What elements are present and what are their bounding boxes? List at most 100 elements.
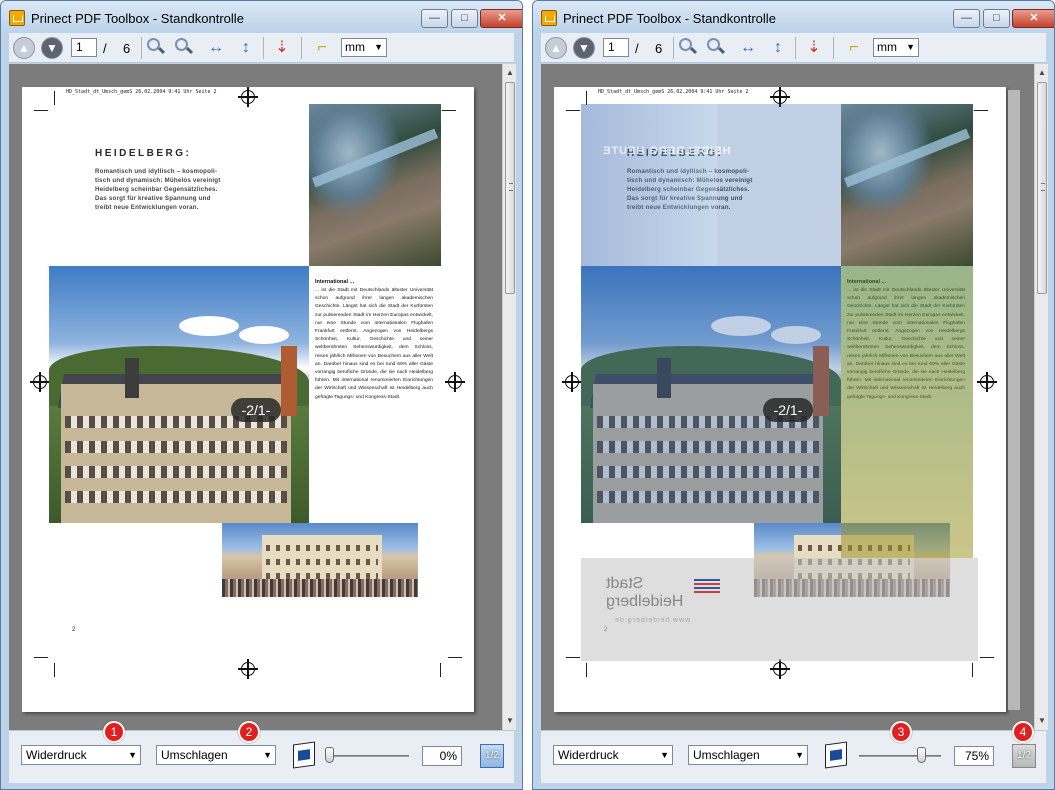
city-logo-text: Stadt Heidelberg [606, 575, 684, 610]
zoom-out-icon[interactable] [707, 38, 726, 56]
left-window: Prinect PDF Toolbox - Standkontrolle — □… [0, 0, 523, 790]
toolbar-divider [301, 37, 302, 59]
toolbar-divider [833, 37, 834, 59]
crop-mark [974, 110, 988, 111]
toolbar-divider [795, 37, 796, 59]
scroll-down-arrow-icon[interactable]: ▼ [503, 714, 517, 728]
previous-page-button[interactable]: ▲ [545, 37, 567, 59]
column-heading: International ... [315, 279, 355, 285]
maximize-button[interactable]: □ [451, 9, 478, 28]
page-header-line: HD_Stadt_dt_Umsch_gemS 26.02.2004 9:41 U… [598, 89, 749, 95]
title-bar[interactable]: Prinect PDF Toolbox - Standkontrolle — □… [1, 1, 522, 33]
fit-height-icon[interactable]: ↕ [235, 37, 257, 59]
callout-badge: 2 [238, 721, 260, 743]
close-button[interactable]: ✕ [480, 9, 522, 28]
preview-viewport[interactable]: HD_Stadt_dt_Umsch_gemS 26.02.2004 9:41 U… [541, 64, 1034, 730]
registration-mark-icon [238, 659, 258, 679]
opacity-value[interactable]: 75% [954, 746, 994, 766]
unit-select[interactable]: mm ▼ [341, 38, 387, 57]
scroll-up-arrow-icon[interactable]: ▲ [1035, 66, 1049, 80]
vertical-scrollbar[interactable]: ▲ ▼ [1034, 64, 1048, 730]
toolbar: ▲ ▼ 1 / 6 ↔ ↕ ⇣ ⌐ mm ▼ [9, 33, 514, 63]
fit-height-icon[interactable]: ↕ [767, 37, 789, 59]
page-separator: / [635, 41, 639, 56]
close-button[interactable]: ✕ [1012, 9, 1054, 28]
next-page-button[interactable]: ▼ [41, 37, 63, 59]
page-header-line: HD_Stadt_dt_Umsch_gemS 26.02.2004 9:41 U… [66, 89, 217, 95]
transparency-icon [293, 741, 315, 769]
backside-page-edge [1008, 90, 1020, 710]
opacity-slider-track[interactable] [327, 755, 409, 757]
crop-mark [586, 663, 587, 677]
print-mode-select[interactable]: Widerdruck ▼ [21, 745, 141, 765]
toolbar-divider [141, 37, 142, 59]
page-total: 6 [655, 41, 663, 56]
crop-mark [448, 657, 462, 658]
scroll-down-arrow-icon[interactable]: ▼ [1035, 714, 1049, 728]
registration-mark-icon [238, 87, 258, 107]
column-text: ... ist die Stadt mit Deutschlands ältes… [315, 288, 433, 400]
app-icon [9, 10, 25, 26]
page-number-input[interactable]: 1 [71, 38, 97, 57]
town-hall-photo [49, 266, 309, 523]
backside-overlay [717, 104, 841, 266]
preview-viewport[interactable]: HD_Stadt_dt_Umsch_gemS 26.02.2004 9:41 U… [9, 64, 502, 730]
page-number-input[interactable]: 1 [603, 38, 629, 57]
maximize-button[interactable]: □ [983, 9, 1010, 28]
pdf-page: HD_Stadt_dt_Umsch_gemS 26.02.2004 9:41 U… [554, 87, 1006, 712]
scroll-thumb[interactable] [1037, 82, 1047, 294]
page-number-label: 2 [72, 627, 76, 633]
crop-mark [566, 110, 580, 111]
ruler-icon[interactable]: ⌐ [843, 37, 865, 59]
minimize-button[interactable]: — [953, 9, 980, 28]
vertical-scrollbar[interactable]: ▲ ▼ [502, 64, 516, 730]
fit-width-icon[interactable]: ↔ [205, 37, 227, 59]
callout-badge: 1 [103, 721, 125, 743]
half-page-button[interactable]: 1/2 [480, 744, 504, 768]
scroll-up-arrow-icon[interactable]: ▲ [503, 66, 517, 80]
fit-width-icon[interactable]: ↔ [737, 37, 759, 59]
backside-overlay [581, 104, 717, 266]
opacity-slider-thumb[interactable] [325, 747, 334, 763]
half-page-button[interactable]: 1/2 [1012, 744, 1036, 768]
right-window: Prinect PDF Toolbox - Standkontrolle — □… [532, 0, 1055, 790]
previous-page-button[interactable]: ▲ [13, 37, 35, 59]
bottom-controls: Widerdruck ▼ 1 Umschlagen ▼ 2 0% 1/2 [9, 721, 514, 783]
pdf-import-icon[interactable]: ⇣ [803, 37, 825, 59]
window-title: Prinect PDF Toolbox - Standkontrolle [563, 11, 776, 26]
crop-mark [54, 91, 55, 105]
unit-select[interactable]: mm ▼ [873, 38, 919, 57]
document-headline: HEIDELBERG: [95, 148, 192, 159]
zoom-in-icon[interactable] [679, 38, 698, 56]
zoom-in-icon[interactable] [147, 38, 166, 56]
crop-mark [972, 663, 973, 677]
crop-mark [440, 663, 441, 677]
title-bar[interactable]: Prinect PDF Toolbox - Standkontrolle — □… [533, 1, 1054, 33]
backside-overlay [581, 266, 841, 523]
registration-mark-icon [562, 372, 582, 392]
aerial-photo [841, 104, 973, 266]
bottom-controls: Widerdruck ▼ Umschlagen ▼ 3 75% 1/2 4 [541, 721, 1046, 783]
flip-mode-select[interactable]: Umschlagen ▼ [156, 745, 276, 765]
opacity-value[interactable]: 0% [422, 746, 462, 766]
callout-badge: 3 [890, 721, 912, 743]
document-intro: Romantisch und idyllisch – kosmopoli- ti… [95, 168, 221, 211]
ruler-icon[interactable]: ⌐ [311, 37, 333, 59]
app-icon [541, 10, 557, 26]
crop-mark [566, 657, 580, 658]
zoom-out-icon[interactable] [175, 38, 194, 56]
minimize-button[interactable]: — [421, 9, 448, 28]
registration-mark-icon [770, 659, 790, 679]
flip-mode-select[interactable]: Umschlagen ▼ [688, 745, 808, 765]
pdf-import-icon[interactable]: ⇣ [271, 37, 293, 59]
scroll-thumb[interactable] [505, 82, 515, 294]
backside-overlay [841, 266, 973, 558]
registration-mark-icon [30, 372, 50, 392]
crop-mark [586, 91, 587, 105]
print-mode-select[interactable]: Widerdruck ▼ [553, 745, 673, 765]
page-separator: / [103, 41, 107, 56]
next-page-button[interactable]: ▼ [573, 37, 595, 59]
opacity-slider-track[interactable] [859, 755, 941, 757]
opacity-slider-thumb[interactable] [917, 747, 926, 763]
crop-mark [34, 110, 48, 111]
